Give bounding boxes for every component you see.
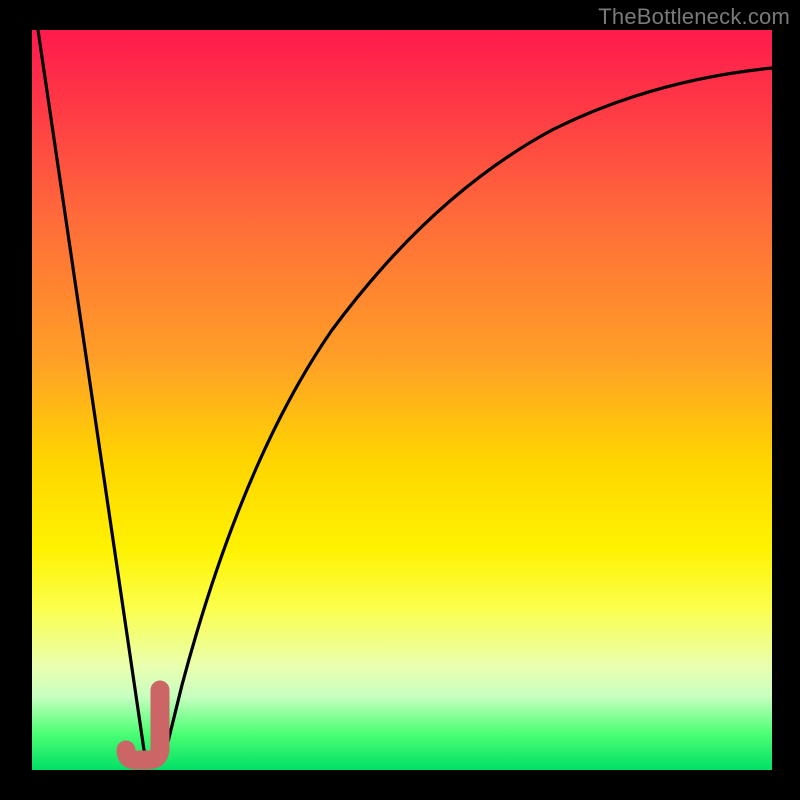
watermark-text: TheBottleneck.com xyxy=(598,4,790,30)
chart-frame: TheBottleneck.com xyxy=(0,0,800,800)
plot-area xyxy=(32,30,772,770)
bottleneck-curve xyxy=(38,30,772,760)
curve-svg xyxy=(32,30,772,770)
